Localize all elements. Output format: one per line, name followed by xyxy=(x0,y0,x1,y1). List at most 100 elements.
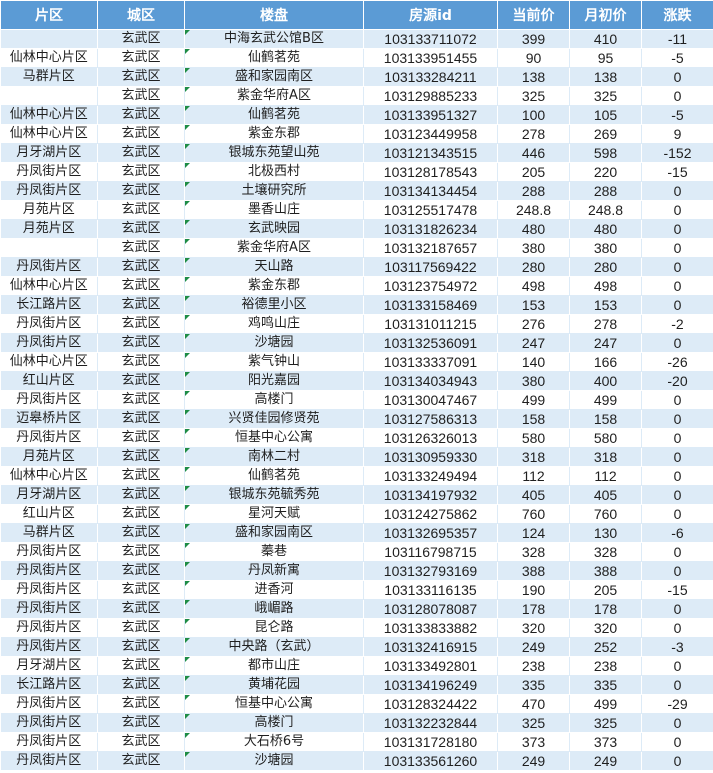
cell-estate[interactable]: 蓁巷 xyxy=(184,542,364,562)
cell-city-area[interactable]: 玄武区 xyxy=(97,409,185,429)
cell-change[interactable]: -15 xyxy=(641,580,713,600)
cell-month-start-price[interactable]: 248.8 xyxy=(569,200,642,220)
cell-current-price[interactable]: 470 xyxy=(497,694,570,714)
cell-district[interactable]: 马群片区 xyxy=(0,523,98,543)
cell-estate[interactable]: 天山路 xyxy=(184,257,364,277)
cell-city-area[interactable]: 玄武区 xyxy=(97,447,185,467)
cell-listing-id[interactable]: 103130047467 xyxy=(363,390,498,410)
cell-city-area[interactable]: 玄武区 xyxy=(97,561,185,581)
cell-listing-id[interactable]: 103128324422 xyxy=(363,694,498,714)
cell-change[interactable]: -26 xyxy=(641,352,713,372)
cell-estate[interactable]: 紫金东郡 xyxy=(184,124,364,144)
cell-city-area[interactable]: 玄武区 xyxy=(97,751,185,771)
cell-estate[interactable]: 都市山庄 xyxy=(184,656,364,676)
cell-month-start-price[interactable]: 325 xyxy=(569,86,642,106)
cell-current-price[interactable]: 380 xyxy=(497,238,570,258)
cell-city-area[interactable]: 玄武区 xyxy=(97,105,185,125)
cell-district[interactable]: 红山片区 xyxy=(0,371,98,391)
cell-district[interactable]: 月牙湖片区 xyxy=(0,485,98,505)
cell-listing-id[interactable]: 103133337091 xyxy=(363,352,498,372)
cell-current-price[interactable]: 112 xyxy=(497,466,570,486)
cell-current-price[interactable]: 278 xyxy=(497,124,570,144)
cell-city-area[interactable]: 玄武区 xyxy=(97,618,185,638)
cell-month-start-price[interactable]: 499 xyxy=(569,390,642,410)
cell-change[interactable]: -5 xyxy=(641,105,713,125)
cell-current-price[interactable]: 276 xyxy=(497,314,570,334)
cell-district[interactable]: 丹凤街片区 xyxy=(0,428,98,448)
cell-current-price[interactable]: 388 xyxy=(497,561,570,581)
cell-district[interactable]: 仙林中心片区 xyxy=(0,124,98,144)
cell-current-price[interactable]: 140 xyxy=(497,352,570,372)
cell-listing-id[interactable]: 103133561260 xyxy=(363,751,498,771)
cell-change[interactable]: -152 xyxy=(641,143,713,163)
cell-city-area[interactable]: 玄武区 xyxy=(97,86,185,106)
header-change[interactable]: 涨跌 xyxy=(641,0,713,30)
cell-current-price[interactable]: 325 xyxy=(497,86,570,106)
cell-listing-id[interactable]: 103132695357 xyxy=(363,523,498,543)
cell-city-area[interactable]: 玄武区 xyxy=(97,485,185,505)
cell-city-area[interactable]: 玄武区 xyxy=(97,428,185,448)
cell-listing-id[interactable]: 103133833882 xyxy=(363,618,498,638)
cell-estate[interactable]: 紫金东郡 xyxy=(184,276,364,296)
cell-listing-id[interactable]: 103132232844 xyxy=(363,713,498,733)
cell-current-price[interactable]: 190 xyxy=(497,580,570,600)
cell-estate[interactable]: 星河天赋 xyxy=(184,504,364,524)
cell-change[interactable]: 0 xyxy=(641,409,713,429)
cell-change[interactable]: 0 xyxy=(641,599,713,619)
cell-change[interactable]: -29 xyxy=(641,694,713,714)
header-district[interactable]: 片区 xyxy=(0,0,98,30)
cell-estate[interactable]: 北极西村 xyxy=(184,162,364,182)
cell-current-price[interactable]: 249 xyxy=(497,751,570,771)
cell-district[interactable]: 丹凤街片区 xyxy=(0,162,98,182)
cell-month-start-price[interactable]: 153 xyxy=(569,295,642,315)
cell-month-start-price[interactable]: 269 xyxy=(569,124,642,144)
cell-current-price[interactable]: 498 xyxy=(497,276,570,296)
cell-district[interactable]: 丹凤街片区 xyxy=(0,314,98,334)
cell-month-start-price[interactable]: 598 xyxy=(569,143,642,163)
cell-month-start-price[interactable]: 405 xyxy=(569,485,642,505)
cell-district[interactable]: 月苑片区 xyxy=(0,447,98,467)
cell-district[interactable]: 丹凤街片区 xyxy=(0,732,98,752)
cell-current-price[interactable]: 446 xyxy=(497,143,570,163)
cell-estate[interactable]: 阳光嘉园 xyxy=(184,371,364,391)
cell-estate[interactable]: 兴贤佳园修贤苑 xyxy=(184,409,364,429)
cell-listing-id[interactable]: 103133284211 xyxy=(363,67,498,87)
cell-listing-id[interactable]: 103133158469 xyxy=(363,295,498,315)
cell-current-price[interactable]: 280 xyxy=(497,257,570,277)
cell-change[interactable]: 0 xyxy=(641,276,713,296)
cell-city-area[interactable]: 玄武区 xyxy=(97,694,185,714)
cell-listing-id[interactable]: 103133951327 xyxy=(363,105,498,125)
cell-change[interactable]: 0 xyxy=(641,238,713,258)
cell-district[interactable]: 丹凤街片区 xyxy=(0,618,98,638)
cell-district[interactable]: 仙林中心片区 xyxy=(0,466,98,486)
cell-estate[interactable]: 紫金华府A区 xyxy=(184,238,364,258)
cell-change[interactable]: -20 xyxy=(641,371,713,391)
cell-district[interactable]: 仙林中心片区 xyxy=(0,48,98,68)
cell-month-start-price[interactable]: 400 xyxy=(569,371,642,391)
header-current-price[interactable]: 当前价 xyxy=(497,0,570,30)
cell-change[interactable]: 0 xyxy=(641,713,713,733)
cell-month-start-price[interactable]: 220 xyxy=(569,162,642,182)
cell-month-start-price[interactable]: 328 xyxy=(569,542,642,562)
cell-city-area[interactable]: 玄武区 xyxy=(97,257,185,277)
cell-city-area[interactable]: 玄武区 xyxy=(97,466,185,486)
cell-city-area[interactable]: 玄武区 xyxy=(97,675,185,695)
cell-change[interactable]: 0 xyxy=(641,390,713,410)
cell-month-start-price[interactable]: 760 xyxy=(569,504,642,524)
cell-change[interactable]: 0 xyxy=(641,257,713,277)
cell-listing-id[interactable]: 103132187657 xyxy=(363,238,498,258)
cell-current-price[interactable]: 405 xyxy=(497,485,570,505)
cell-estate[interactable]: 南林二村 xyxy=(184,447,364,467)
cell-current-price[interactable]: 328 xyxy=(497,542,570,562)
cell-estate[interactable]: 银城东苑毓秀苑 xyxy=(184,485,364,505)
cell-month-start-price[interactable]: 320 xyxy=(569,618,642,638)
cell-estate[interactable]: 大石桥6号 xyxy=(184,732,364,752)
cell-change[interactable]: 0 xyxy=(641,181,713,201)
cell-district[interactable]: 月苑片区 xyxy=(0,219,98,239)
cell-estate[interactable]: 沙塘园 xyxy=(184,751,364,771)
cell-change[interactable]: -2 xyxy=(641,314,713,334)
cell-month-start-price[interactable]: 373 xyxy=(569,732,642,752)
cell-month-start-price[interactable]: 325 xyxy=(569,713,642,733)
cell-city-area[interactable]: 玄武区 xyxy=(97,580,185,600)
cell-estate[interactable]: 昆仑路 xyxy=(184,618,364,638)
